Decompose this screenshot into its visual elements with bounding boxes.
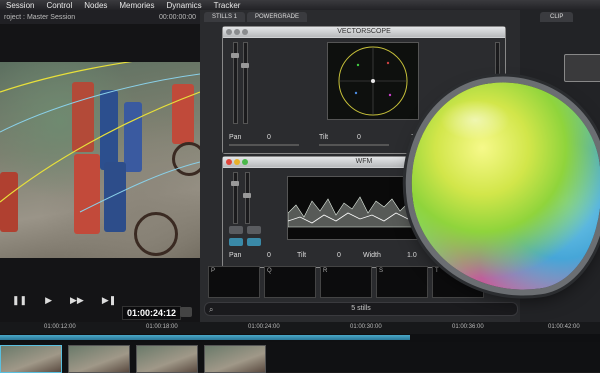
next-frame-icon[interactable]: ▶▶: [70, 295, 84, 306]
wfm-width-value: 1.0: [407, 252, 417, 259]
zoom-icon[interactable]: [242, 29, 248, 35]
node-thumbnail[interactable]: [564, 54, 600, 82]
wfm-width-label: Width: [363, 252, 381, 259]
vscope-pan-value: 0: [267, 134, 271, 141]
timeline-mark: 01:00:42:00: [548, 324, 580, 330]
clip-thumbnail[interactable]: [0, 345, 62, 373]
orb-highlight: [440, 100, 510, 140]
wfm-button[interactable]: [247, 226, 261, 234]
menu-dynamics[interactable]: Dynamics: [161, 1, 208, 10]
menu-session[interactable]: Session: [0, 1, 40, 10]
tab-stills-1[interactable]: STILLS 1: [204, 12, 246, 22]
session-timecode: 00:00:00:00: [159, 13, 196, 21]
minimize-icon[interactable]: [234, 29, 240, 35]
vscope-tilt-label: Tilt: [319, 134, 329, 141]
vscope-tilt-track[interactable]: [319, 144, 389, 146]
stills-count: 5 stills: [351, 305, 371, 312]
timeline-mark: 01:00:18:00: [146, 324, 178, 330]
vscope-slider[interactable]: [231, 42, 239, 124]
minimize-icon[interactable]: [234, 159, 240, 165]
session-bar: roject : Master Session 00:00:00:00: [0, 10, 200, 24]
menu-control[interactable]: Control: [40, 1, 78, 10]
timeline-mark: 01:00:36:00: [452, 324, 484, 330]
vectorscope-graticule: [338, 46, 408, 116]
prev-frame-icon[interactable]: ❚❚: [12, 295, 27, 306]
timeline-mark: 01:00:24:00: [248, 324, 280, 330]
play-icon[interactable]: ▶: [45, 295, 52, 306]
vscope-slider[interactable]: [241, 42, 249, 124]
loop-button[interactable]: [180, 307, 192, 317]
timeline-mark: 01:00:12:00: [44, 324, 76, 330]
menu-bar: Session Control Nodes Memories Dynamics …: [0, 0, 600, 10]
menu-tracker[interactable]: Tracker: [208, 1, 247, 10]
vscope-pan-track[interactable]: [229, 144, 299, 146]
still-thumb-r[interactable]: R: [320, 266, 372, 298]
tab-clip[interactable]: CLIP: [540, 12, 574, 22]
session-title: roject : Master Session: [4, 13, 76, 21]
still-thumb-q[interactable]: Q: [264, 266, 316, 298]
video-viewer[interactable]: [0, 62, 200, 258]
wfm-pan-value: 0: [267, 252, 271, 259]
tracker-curves: [0, 62, 200, 213]
wfm-tilt-value: 0: [337, 252, 341, 259]
menu-nodes[interactable]: Nodes: [78, 1, 113, 10]
stills-thumbnails: P Q R S T: [208, 266, 484, 298]
wfm-pan-label: Pan: [229, 252, 242, 259]
vscope-pan-label: Pan: [229, 134, 242, 141]
vectorscope-title: VECTORSCOPE: [337, 28, 391, 35]
vectorscope-display: [327, 42, 419, 120]
timeline-mark: 01:00:30:00: [350, 324, 382, 330]
vectorscope-titlebar: VECTORSCOPE: [223, 27, 505, 37]
close-icon[interactable]: [226, 159, 232, 165]
vscope-tilt-value: 0: [357, 134, 361, 141]
timeline-clip-bar[interactable]: [0, 335, 410, 340]
stills-search-bar[interactable]: ⌕ 5 stills: [204, 302, 518, 316]
wfm-button[interactable]: [247, 238, 261, 246]
menu-memories[interactable]: Memories: [113, 1, 160, 10]
clip-thumbnail[interactable]: [68, 345, 130, 373]
zoom-icon[interactable]: [242, 159, 248, 165]
tab-powergrade[interactable]: POWERGRADE: [247, 12, 308, 22]
end-icon[interactable]: ▶❚: [102, 295, 116, 306]
viewer-panel: roject : Master Session 00:00:00:00 ❚❚ ▶…: [0, 10, 200, 322]
clip-thumbnail[interactable]: [204, 345, 266, 373]
wfm-slider[interactable]: [243, 172, 251, 224]
wfm-button[interactable]: [229, 226, 243, 234]
wfm-button[interactable]: [229, 238, 243, 246]
stills-tabs: STILLS 1 POWERGRADE: [204, 12, 308, 22]
timeline-ruler[interactable]: 01:00:12:00 01:00:18:00 01:00:24:00 01:0…: [0, 322, 600, 334]
clip-thumbnail[interactable]: [136, 345, 198, 373]
transport-timecode: 01:00:24:12: [122, 306, 182, 320]
still-thumb-p[interactable]: P: [208, 266, 260, 298]
still-thumb-s[interactable]: S: [376, 266, 428, 298]
clip-filmstrip: [0, 342, 600, 373]
wfm-slider[interactable]: [231, 172, 239, 224]
search-icon[interactable]: ⌕: [209, 304, 213, 316]
wfm-title: WFM: [355, 158, 373, 165]
wfm-tilt-label: Tilt: [297, 252, 307, 259]
close-icon[interactable]: [226, 29, 232, 35]
